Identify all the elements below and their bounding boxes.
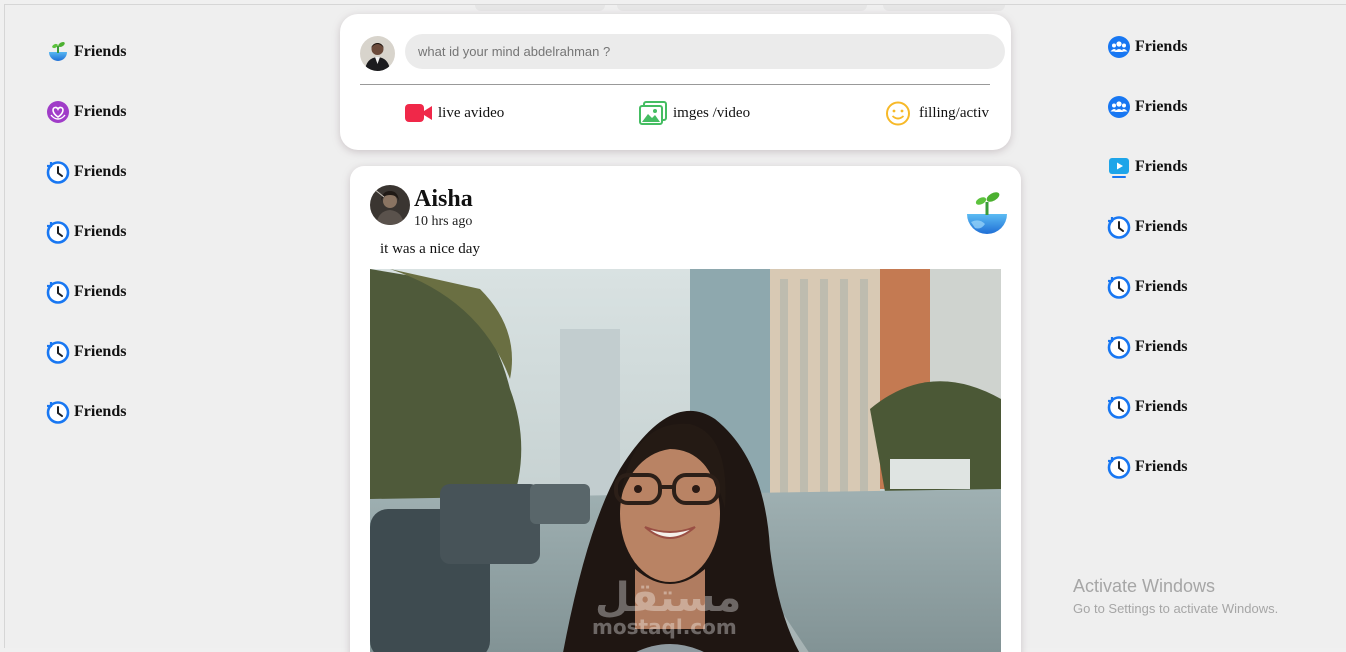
- post-timestamp: 10 hrs ago: [414, 214, 473, 229]
- live-video-icon: [405, 104, 432, 122]
- live-video-button[interactable]: live avideo: [404, 101, 504, 126]
- nav-label: Friends: [1135, 278, 1188, 295]
- left-nav-item-friends[interactable]: Friends: [46, 160, 126, 184]
- right-nav-item-friends[interactable]: Friends: [1107, 215, 1187, 239]
- left-nav-item-friends[interactable]: Friends: [46, 400, 126, 424]
- history-clock-icon: [1107, 396, 1131, 419]
- left-nav-item-friends[interactable]: Friends: [46, 280, 126, 304]
- left-nav-item-friends[interactable]: Friends: [46, 220, 126, 244]
- post-composer: live avideo imges /video filling/activ: [340, 14, 1011, 150]
- heart-hands-icon: [47, 101, 69, 123]
- history-clock-icon: [1107, 216, 1131, 239]
- left-nav-item-friends[interactable]: Friends: [46, 100, 126, 124]
- nav-label: Friends: [1135, 158, 1188, 175]
- photo-video-button[interactable]: imges /video: [639, 101, 750, 126]
- nav-label: Friends: [74, 403, 127, 420]
- activate-windows-subtitle: Go to Settings to activate Windows.: [1073, 601, 1279, 616]
- groups-icon: [1108, 96, 1130, 118]
- right-sidebar: Friends Friends Friends Friends Friends …: [1107, 35, 1187, 515]
- svg-text:mostaql.com: mostaql.com: [592, 615, 737, 639]
- smiley-icon: [886, 101, 910, 126]
- nav-label: Friends: [74, 283, 127, 300]
- feeling-activity-button[interactable]: filling/activ: [885, 101, 989, 126]
- nav-label: Friends: [74, 103, 127, 120]
- post-card: Aisha 10 hrs ago it was a nice day مستقل…: [350, 166, 1021, 652]
- right-nav-item-friends[interactable]: Friends: [1107, 395, 1187, 419]
- divider: [360, 84, 990, 85]
- left-nav-item-friends[interactable]: Friends: [46, 340, 126, 364]
- globe-sprout-icon: [49, 42, 67, 61]
- right-nav-item-friends[interactable]: Friends: [1107, 275, 1187, 299]
- activate-windows-title: Activate Windows: [1073, 576, 1216, 596]
- photo-video-label: imges /video: [673, 105, 751, 121]
- left-nav-item-friends[interactable]: Friends: [46, 40, 126, 64]
- live-video-label: live avideo: [438, 105, 505, 121]
- top-tab-stub: [617, 5, 867, 11]
- nav-label: Friends: [1135, 458, 1188, 475]
- history-clock-icon: [46, 161, 70, 184]
- post-photo[interactable]: مستقل mostaql.com: [370, 269, 1001, 652]
- groups-icon: [1108, 36, 1130, 58]
- top-tab-stub: [883, 5, 1005, 11]
- photo-icon: [639, 101, 667, 125]
- top-tab-stub: [475, 5, 605, 11]
- nav-label: Friends: [1135, 218, 1188, 235]
- nav-label: Friends: [74, 43, 127, 60]
- feeling-activity-label: filling/activ: [919, 105, 989, 121]
- status-input[interactable]: [405, 34, 1005, 69]
- history-clock-icon: [46, 221, 70, 244]
- right-nav-item-friends[interactable]: Friends: [1107, 155, 1187, 179]
- right-nav-item-friends[interactable]: Friends: [1107, 35, 1187, 59]
- nav-label: Friends: [74, 223, 127, 240]
- nav-label: Friends: [1135, 338, 1188, 355]
- globe-sprout-icon: [967, 192, 1007, 234]
- history-clock-icon: [46, 341, 70, 364]
- activate-windows-notice: Activate Windows Go to Settings to activ…: [1073, 576, 1278, 616]
- nav-label: Friends: [1135, 398, 1188, 415]
- history-clock-icon: [46, 281, 70, 304]
- user-avatar[interactable]: [360, 36, 395, 71]
- nav-label: Friends: [1135, 38, 1188, 55]
- nav-label: Friends: [1135, 98, 1188, 115]
- history-clock-icon: [46, 401, 70, 424]
- video-play-icon: [1109, 158, 1129, 178]
- post-caption: it was a nice day: [380, 241, 480, 257]
- nav-label: Friends: [74, 343, 127, 360]
- right-nav-item-friends[interactable]: Friends: [1107, 455, 1187, 479]
- history-clock-icon: [1107, 336, 1131, 359]
- history-clock-icon: [1107, 456, 1131, 479]
- right-nav-item-friends[interactable]: Friends: [1107, 95, 1187, 119]
- post-author-name[interactable]: Aisha: [414, 186, 473, 213]
- nav-label: Friends: [74, 163, 127, 180]
- author-avatar[interactable]: [370, 185, 410, 225]
- left-sidebar: Friends Friends Friends Friends Friends …: [46, 40, 126, 460]
- history-clock-icon: [1107, 276, 1131, 299]
- right-nav-item-friends[interactable]: Friends: [1107, 335, 1187, 359]
